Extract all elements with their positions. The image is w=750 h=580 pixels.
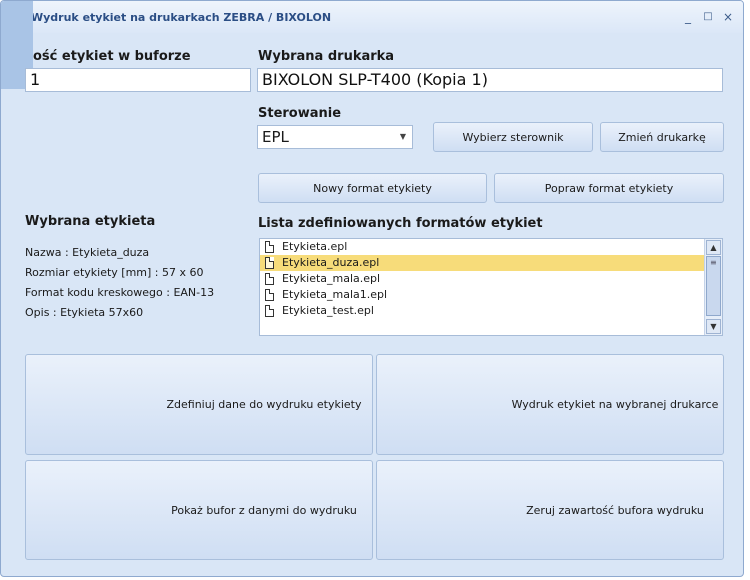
change-printer-button[interactable]: Zmień drukarkę <box>600 122 724 152</box>
buffer-count-field[interactable]: 1 <box>25 68 251 92</box>
fix-format-button[interactable]: Popraw format etykiety <box>494 173 724 203</box>
formats-list[interactable]: Etykieta.epl Etykieta_duza.epl Etykieta_… <box>259 238 723 336</box>
file-icon <box>265 241 274 253</box>
list-item-label: Etykieta_duza.epl <box>282 256 380 269</box>
scroll-down-icon[interactable]: ▼ <box>706 319 721 334</box>
list-item-label: Etykieta_mala.epl <box>282 272 381 285</box>
list-item[interactable]: Etykieta_mala1.epl <box>260 287 722 303</box>
show-buffer-button[interactable]: Pokaż bufor z danymi do wydruku <box>25 460 373 560</box>
file-icon <box>265 257 274 269</box>
label-name: Nazwa : Etykieta_duza <box>25 246 150 259</box>
file-icon <box>265 305 274 317</box>
label-size: Rozmiar etykiety [mm] : 57 x 60 <box>25 266 204 279</box>
scroll-up-icon[interactable]: ▲ <box>706 240 721 255</box>
control-select-value: EPL <box>262 128 289 146</box>
control-select[interactable]: EPL ▼ <box>257 125 413 149</box>
printer-field[interactable]: BIXOLON SLP-T400 (Kopia 1) <box>257 68 723 92</box>
select-driver-button[interactable]: Wybierz sterownik <box>433 122 593 152</box>
print-labels-button[interactable]: Wydruk etykiet na wybranej drukarce <box>376 354 724 455</box>
list-item-label: Etykieta_mala1.epl <box>282 288 388 301</box>
buffer-count-label: ość etykiet w buforze <box>33 49 191 64</box>
new-format-button[interactable]: Nowy format etykiety <box>258 173 487 203</box>
list-item[interactable]: Etykieta_test.epl <box>260 303 722 319</box>
file-icon <box>265 289 274 301</box>
control-label: Sterowanie <box>258 106 342 121</box>
maximize-icon[interactable]: □ <box>701 10 715 24</box>
list-item-label: Etykieta_test.epl <box>282 304 374 317</box>
minimize-icon[interactable]: _ <box>681 10 695 24</box>
list-scrollbar[interactable]: ▲ ≡ ▼ <box>704 239 722 335</box>
clear-buffer-button[interactable]: Zeruj zawartość bufora wydruku <box>376 460 724 560</box>
scroll-thumb[interactable]: ≡ <box>706 256 721 316</box>
chevron-down-icon[interactable]: ▼ <box>400 126 406 148</box>
list-item-selected[interactable]: Etykieta_duza.epl <box>260 255 722 271</box>
label-barcode-format: Format kodu kreskowego : EAN-13 <box>25 286 215 299</box>
main-window: Wydruk etykiet na drukarkach ZEBRA / BIX… <box>0 0 744 577</box>
define-data-button[interactable]: Zdefiniuj dane do wydruku etykiety <box>25 354 373 455</box>
formats-heading: Lista zdefiniowanych formatów etykiet <box>258 216 543 231</box>
close-icon[interactable]: × <box>721 10 735 24</box>
list-item[interactable]: Etykieta.epl <box>260 239 722 255</box>
label-description: Opis : Etykieta 57x60 <box>25 306 144 319</box>
title-bar: Wydruk etykiet na drukarkach ZEBRA / BIX… <box>1 1 743 33</box>
file-icon <box>265 273 274 285</box>
printer-label: Wybrana drukarka <box>258 49 395 64</box>
list-item[interactable]: Etykieta_mala.epl <box>260 271 722 287</box>
selected-label-heading: Wybrana etykieta <box>25 214 156 229</box>
list-item-label: Etykieta.epl <box>282 240 348 253</box>
window-title: Wydruk etykiet na drukarkach ZEBRA / BIX… <box>31 11 332 24</box>
